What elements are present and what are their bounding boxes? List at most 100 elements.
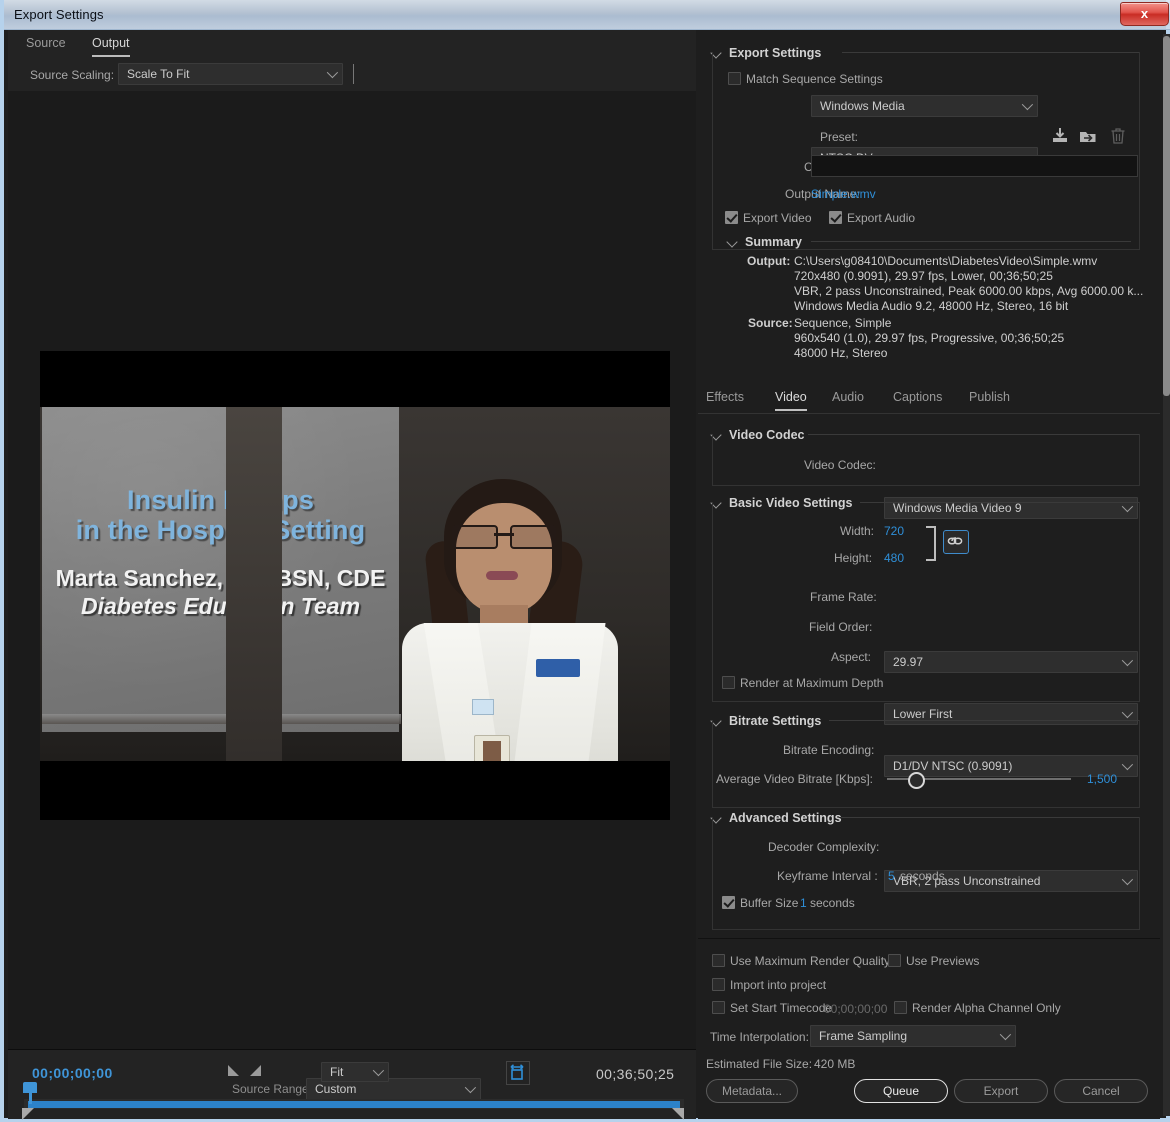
tab-captions[interactable]: Captions [893, 390, 942, 409]
export-preset-icon[interactable] [1078, 126, 1098, 151]
format-select[interactable]: Windows Media [811, 95, 1038, 117]
set-out-point-icon[interactable] [250, 1065, 261, 1076]
window-title: Export Settings [14, 7, 104, 22]
time-interpolation-select[interactable]: Frame Sampling [810, 1025, 1016, 1047]
text-caret [353, 64, 354, 84]
preview-tabbar: Source Output [8, 30, 696, 60]
avg-bitrate-slider-knob[interactable] [908, 772, 925, 789]
cancel-button[interactable]: Cancel [1054, 1079, 1148, 1103]
buffer-size-value[interactable]: 1 [800, 896, 807, 910]
preview-image: Insulin Pumps in the Hospital Setting Ma… [40, 351, 670, 820]
summary-output-line-4: Windows Media Audio 9.2, 48000 Hz, Stere… [794, 299, 1069, 313]
letterbox-top [40, 351, 670, 407]
tab-audio[interactable]: Audio [832, 390, 864, 409]
metadata-button[interactable]: Metadata... [706, 1079, 798, 1103]
set-in-point-icon[interactable] [228, 1065, 239, 1076]
crop-range-icon[interactable] [506, 1061, 530, 1085]
export-audio-checkbox[interactable] [829, 211, 842, 224]
group-rule [811, 241, 1131, 242]
close-icon[interactable]: x [1120, 2, 1169, 26]
summary-source-line-1: Sequence, Simple [794, 316, 892, 330]
chevron-down-icon [1000, 1032, 1008, 1040]
time-interpolation-value: Frame Sampling [819, 1029, 908, 1043]
link-dimensions-icon[interactable] [943, 530, 969, 554]
settings-subtabs: Effects Video Audio Captions Publish [698, 385, 1160, 414]
video-preview-area[interactable]: Insulin Pumps in the Hospital Setting Ma… [8, 91, 696, 1049]
import-into-project-checkbox[interactable] [712, 978, 725, 991]
match-sequence-checkbox[interactable] [728, 72, 741, 85]
render-max-depth-label: Render at Maximum Depth [740, 676, 884, 690]
source-scaling-select[interactable]: Scale To Fit [118, 63, 343, 85]
video-codec-label: Video Codec: [804, 458, 876, 472]
current-timecode[interactable]: 00;00;00;00 [32, 1065, 113, 1081]
avg-bitrate-value[interactable]: 1,500 [1087, 772, 1117, 786]
settings-pane: Export Settings Match Sequence Settings … [698, 30, 1160, 1119]
tab-source[interactable]: Source [26, 36, 66, 55]
out-point-handle[interactable] [672, 1108, 684, 1120]
keyframe-interval-unit: seconds [900, 869, 945, 883]
glasses-icon [452, 525, 556, 549]
export-video-checkbox[interactable] [725, 211, 738, 224]
export-video-label: Export Video [743, 211, 812, 225]
start-timecode-value[interactable]: 00;00;00;00 [824, 1002, 887, 1016]
comments-input[interactable] [811, 155, 1138, 177]
chevron-down-icon [373, 1068, 381, 1076]
time-interpolation-label: Time Interpolation: [710, 1030, 809, 1044]
slide-presenter: Marta Sanchez, RN, BSN, CDE Diabetes Edu… [42, 565, 399, 620]
estimated-size-value: 420 MB [814, 1057, 856, 1071]
timeline-scrubber[interactable] [24, 1099, 684, 1109]
summary-output-line-1: C:\Users\g08410\Documents\DiabetesVideo\… [794, 254, 1098, 268]
mouth [486, 571, 518, 580]
keyframe-interval-label: Keyframe Interval : [777, 869, 878, 883]
presenter-team: Diabetes Education Team [80, 592, 361, 619]
set-start-timecode-label: Set Start Timecode [730, 1001, 833, 1015]
keyframe-interval-value[interactable]: 5 [888, 869, 895, 883]
frame-rate-label: Frame Rate: [810, 590, 877, 604]
title-bar: Export Settings x [4, 0, 1170, 30]
zoom-level-select[interactable]: Fit [321, 1062, 389, 1082]
buffer-size-checkbox[interactable] [722, 896, 735, 909]
width-value[interactable]: 720 [884, 524, 904, 538]
export-audio-label: Export Audio [847, 211, 916, 225]
source-range-value: Custom [315, 1082, 357, 1096]
link-bracket [926, 526, 936, 561]
frame-rate-select[interactable]: 29.97 [884, 651, 1138, 673]
width-label: Width: [840, 524, 875, 538]
projection-screen: Insulin Pumps in the Hospital Setting Ma… [42, 407, 401, 732]
import-preset-icon[interactable] [1050, 126, 1070, 151]
playhead-handle[interactable] [23, 1082, 37, 1104]
summary-output-line-2: 720x480 (0.9091), 29.97 fps, Lower, 00;3… [794, 269, 1053, 283]
source-scaling-label: Source Scaling: [30, 68, 115, 82]
chevron-down-icon [1122, 710, 1130, 718]
use-max-render-quality-checkbox[interactable] [712, 954, 725, 967]
lens-left [452, 525, 498, 549]
in-point-handle[interactable] [22, 1108, 34, 1120]
chevron-down-icon [327, 70, 335, 78]
render-max-depth-checkbox[interactable] [722, 676, 735, 689]
use-previews-label: Use Previews [906, 954, 980, 968]
tab-output[interactable]: Output [92, 36, 130, 57]
chevron-down-icon [1122, 658, 1130, 666]
source-scaling-value: Scale To Fit [127, 67, 190, 81]
format-value: Windows Media [820, 99, 905, 113]
render-alpha-only-checkbox[interactable] [894, 1001, 907, 1014]
hospital-logo [536, 659, 580, 677]
height-value[interactable]: 480 [884, 551, 904, 565]
source-scaling-row: Source Scaling: Scale To Fit [8, 59, 696, 92]
export-button[interactable]: Export [954, 1079, 1048, 1103]
set-start-timecode-checkbox[interactable] [712, 1001, 725, 1014]
video-codec-group-box [712, 434, 1140, 486]
slide-title-line1: Insulin Pumps [126, 485, 315, 515]
tab-effects[interactable]: Effects [706, 390, 744, 409]
bitrate-encoding-label: Bitrate Encoding: [783, 743, 875, 757]
output-name-value[interactable]: Simple.wmv [811, 187, 876, 201]
letterbox-bottom [40, 761, 670, 820]
desk-edge [42, 714, 401, 724]
queue-button[interactable]: Queue [854, 1079, 948, 1103]
tab-video[interactable]: Video [775, 390, 807, 411]
face [456, 503, 552, 615]
tab-publish[interactable]: Publish [969, 390, 1010, 409]
use-previews-checkbox[interactable] [888, 954, 901, 967]
delete-preset-icon[interactable] [1108, 126, 1128, 151]
settings-scrollbar-thumb[interactable] [1163, 36, 1170, 396]
